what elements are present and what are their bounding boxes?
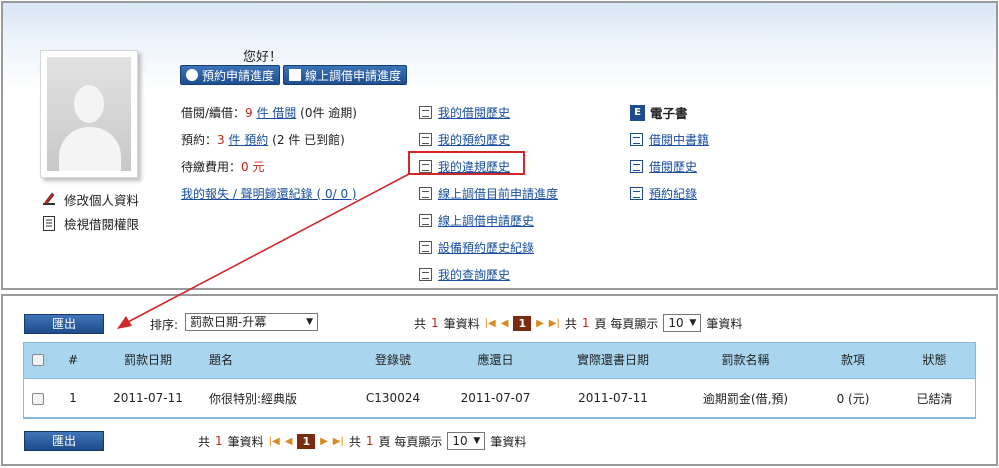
lost-record-link[interactable]: 我的報失 / 聲明歸還紀錄 ( 0/ 0 ) bbox=[181, 185, 357, 202]
borrow-stat: 借閱/續借：9 件 借閱 (0件 逾期) bbox=[181, 106, 357, 120]
greeting-text: 您好！ bbox=[243, 50, 283, 65]
ebook-link-reserve[interactable]: 預約紀錄 bbox=[630, 185, 697, 202]
row-checkbox[interactable] bbox=[32, 392, 44, 405]
search-icon bbox=[419, 133, 432, 146]
pencil-icon bbox=[43, 192, 55, 205]
ebook-link-history[interactable]: 借閱歷史 bbox=[630, 158, 697, 175]
next-page-icon[interactable]: ▶ bbox=[320, 436, 328, 447]
first-page-icon[interactable]: |◀ bbox=[269, 436, 280, 447]
borrow-link[interactable]: 件 借閱 bbox=[257, 106, 297, 120]
reserve-stat: 預約：3 件 預約 (2 件 已到館) bbox=[181, 133, 345, 147]
prev-page-icon[interactable]: ◀ bbox=[501, 318, 509, 329]
list-icon bbox=[419, 106, 432, 119]
per-page-select[interactable]: 10 ▼ bbox=[447, 432, 486, 450]
list-icon bbox=[630, 133, 643, 146]
per-page-select[interactable]: 10 ▼ bbox=[663, 314, 702, 332]
pager-top: 共 1 筆資料 |◀ ◀ 1 ▶ ▶| 共1頁 每頁顯示 10 ▼ 筆資料 bbox=[414, 314, 743, 332]
last-page-icon[interactable]: ▶| bbox=[333, 436, 344, 447]
edit-profile-link[interactable]: 修改個人資料 bbox=[42, 190, 139, 209]
fee-stat: 待繳費用：0 元 bbox=[181, 160, 265, 174]
current-page[interactable]: 1 bbox=[513, 315, 532, 331]
copy-icon bbox=[630, 187, 643, 200]
chevron-down-icon: ▼ bbox=[306, 317, 313, 327]
reserve-link[interactable]: 件 預約 bbox=[228, 133, 268, 147]
online-transfer-progress-button[interactable]: 線上調借申請進度 bbox=[283, 65, 408, 85]
sort-label: 排序: bbox=[150, 318, 179, 332]
ebook-icon: E bbox=[630, 104, 645, 121]
card-icon bbox=[419, 187, 432, 200]
view-permission-link[interactable]: 檢視借閱權限 bbox=[42, 214, 139, 233]
history-link-search[interactable]: 我的查詢歷史 bbox=[419, 266, 510, 283]
search-icon bbox=[630, 160, 643, 173]
avatar bbox=[40, 50, 138, 178]
link-icon bbox=[419, 241, 432, 254]
next-page-icon[interactable]: ▶ bbox=[536, 318, 544, 329]
clock-icon bbox=[186, 69, 198, 81]
fines-table: # 罰款日期 題名 登錄號 應還日 實際還書日期 罰款名稱 款項 狀態 1 20… bbox=[23, 342, 976, 419]
book-icon bbox=[289, 69, 301, 81]
last-page-icon[interactable]: ▶| bbox=[549, 318, 560, 329]
export-button-bottom[interactable]: 匯出 bbox=[24, 431, 104, 451]
export-button[interactable]: 匯出 bbox=[24, 314, 104, 334]
document-icon bbox=[43, 216, 55, 231]
history-link-reserve[interactable]: 我的預約歷史 bbox=[419, 131, 510, 148]
violation-highlight-box bbox=[408, 151, 525, 175]
history-link-transfer-history[interactable]: 線上調借申請歷史 bbox=[419, 212, 534, 229]
search-icon bbox=[419, 268, 432, 281]
reserve-progress-button[interactable]: 預約申請進度 bbox=[180, 65, 281, 85]
sort-select[interactable]: 罰款日期-升冪 ▼ bbox=[185, 313, 318, 331]
history-link-equipment[interactable]: 設備預約歷史紀錄 bbox=[419, 239, 534, 256]
current-page[interactable]: 1 bbox=[297, 433, 316, 449]
history-link-transfer-progress[interactable]: 線上調借目前申請進度 bbox=[419, 185, 558, 202]
prev-page-icon[interactable]: ◀ bbox=[285, 436, 293, 447]
table-header-row: # 罰款日期 題名 登錄號 應還日 實際還書日期 罰款名稱 款項 狀態 bbox=[23, 342, 976, 379]
table-row: 1 2011-07-11 你很特別:經典版 C130024 2011-07-07… bbox=[23, 378, 976, 419]
edit-icon bbox=[419, 214, 432, 227]
first-page-icon[interactable]: |◀ bbox=[485, 318, 496, 329]
ebook-heading: E 電子書 bbox=[630, 103, 688, 122]
history-link-borrow[interactable]: 我的借閱歷史 bbox=[419, 104, 510, 121]
select-all-checkbox[interactable] bbox=[32, 354, 44, 367]
ebook-link-borrowing[interactable]: 借閱中書籍 bbox=[630, 131, 709, 148]
pager-bottom: 共 1 筆資料 |◀ ◀ 1 ▶ ▶| 共1頁 每頁顯示 10 ▼ 筆資料 bbox=[198, 432, 527, 450]
